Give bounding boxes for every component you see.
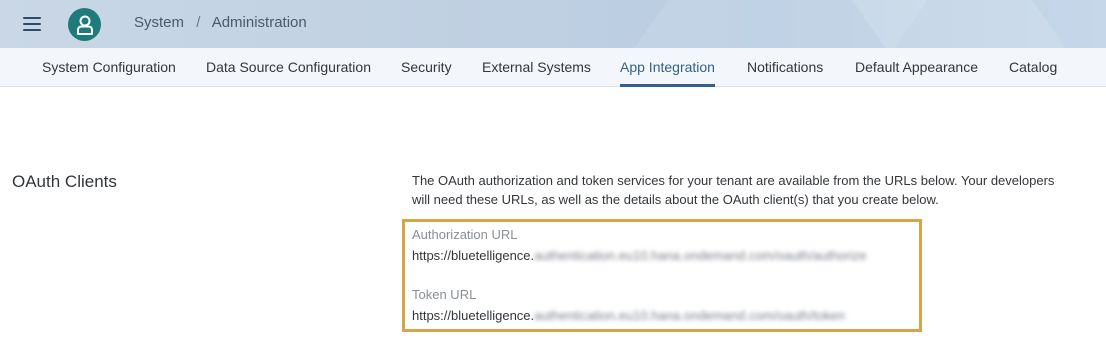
token-url-value[interactable]: https://bluetelligence.authentication.eu… bbox=[412, 308, 845, 323]
tab-external-systems[interactable]: External Systems bbox=[482, 48, 591, 86]
breadcrumb-current: Administration bbox=[211, 14, 307, 31]
person-icon bbox=[76, 15, 93, 35]
tab-default-appearance[interactable]: Default Appearance bbox=[855, 48, 978, 86]
tab-bar: System Configuration Data Source Configu… bbox=[0, 48, 1106, 87]
token-url-label: Token URL bbox=[412, 287, 477, 302]
user-avatar-icon[interactable] bbox=[68, 8, 101, 41]
oauth-clients-title: OAuth Clients bbox=[12, 172, 117, 191]
tab-security[interactable]: Security bbox=[401, 48, 452, 86]
token-url-redacted: authentication.eu10.hana.ondemand.com/oa… bbox=[534, 308, 845, 323]
hamburger-menu-icon[interactable] bbox=[18, 10, 46, 38]
tab-data-source-configuration[interactable]: Data Source Configuration bbox=[206, 48, 371, 86]
breadcrumb-system[interactable]: System bbox=[134, 14, 184, 31]
breadcrumb: System / Administration bbox=[134, 14, 307, 31]
authorization-url-prefix: https://bluetelligence. bbox=[412, 248, 535, 263]
tab-catalog[interactable]: Catalog bbox=[1009, 48, 1057, 86]
token-url-prefix: https://bluetelligence. bbox=[412, 308, 535, 323]
shell-bar: System / Administration bbox=[0, 0, 1106, 48]
tab-notifications[interactable]: Notifications bbox=[747, 48, 823, 86]
breadcrumb-separator: / bbox=[196, 14, 201, 31]
oauth-description: The OAuth authorization and token servic… bbox=[412, 173, 1055, 207]
tab-system-configuration[interactable]: System Configuration bbox=[42, 48, 176, 86]
authorization-url-value[interactable]: https://bluetelligence.authentication.eu… bbox=[412, 248, 867, 263]
authorization-url-label: Authorization URL bbox=[412, 227, 518, 242]
authorization-url-redacted: authentication.eu10.hana.ondemand.com/oa… bbox=[534, 248, 867, 263]
tab-app-integration[interactable]: App Integration bbox=[620, 48, 715, 87]
